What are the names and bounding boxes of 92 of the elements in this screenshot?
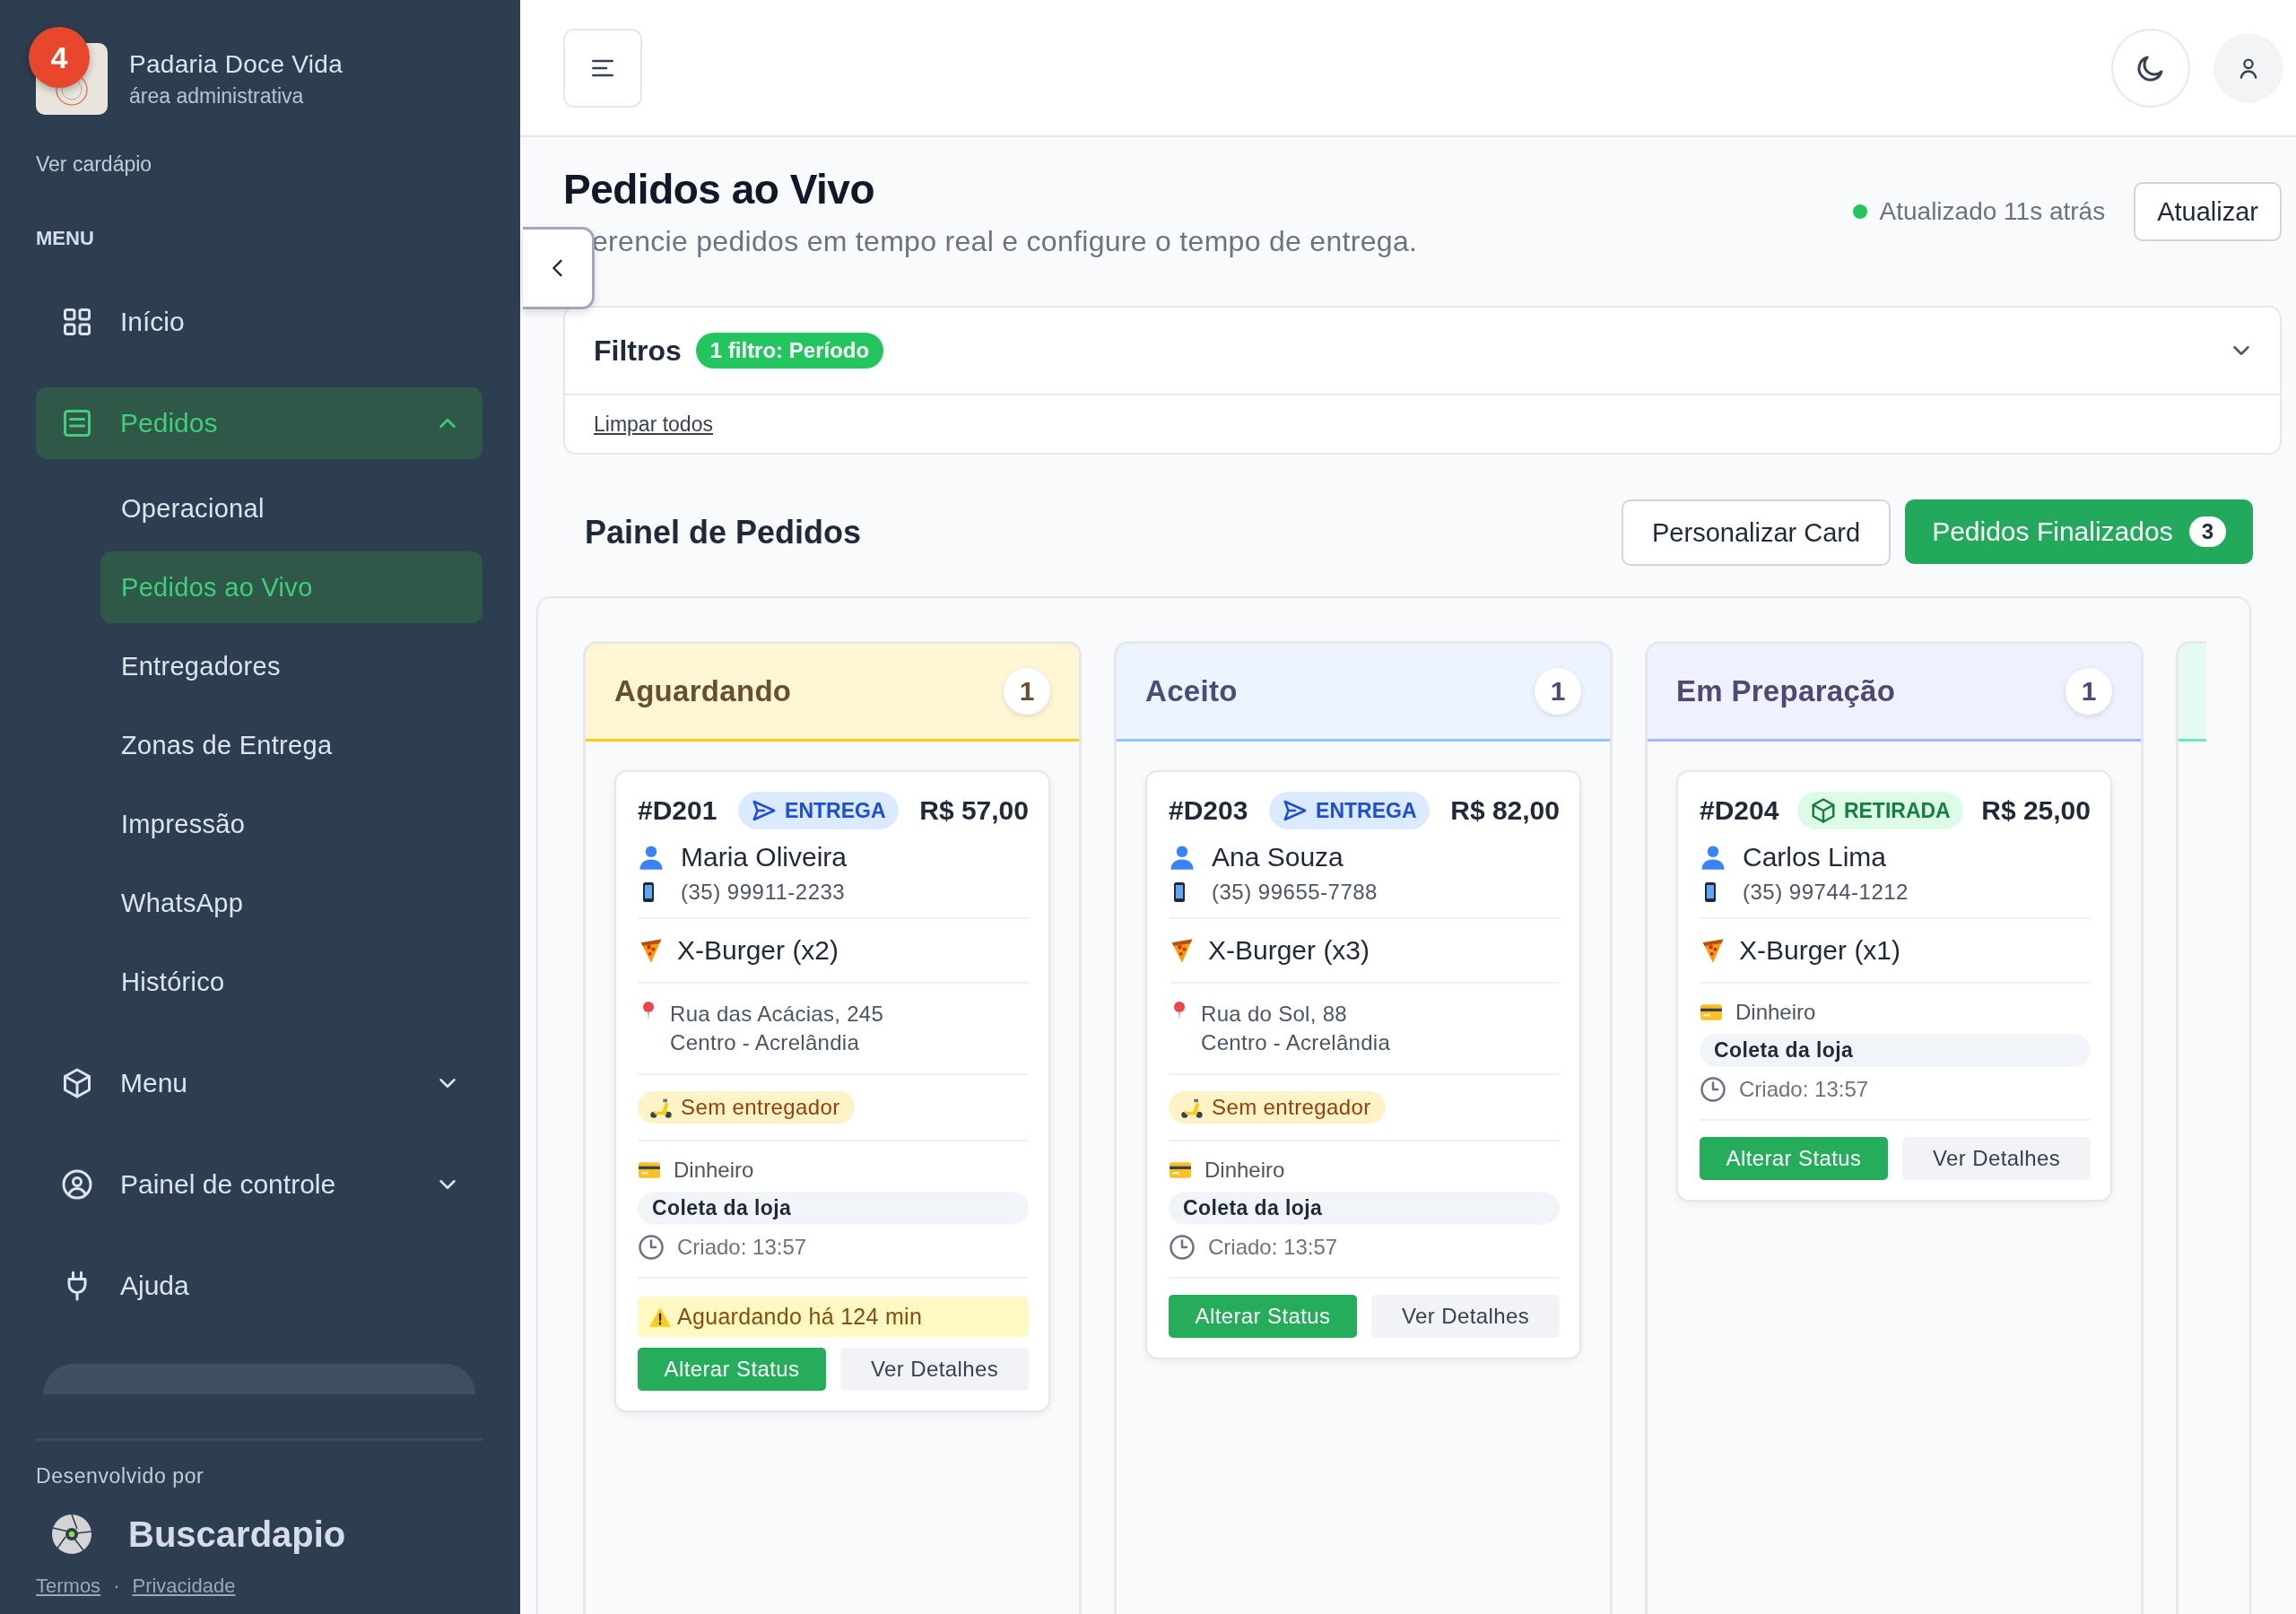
order-item: X-Burger (x3) [1208, 935, 1370, 966]
column-count: 1 [1004, 668, 1050, 715]
order-id: #D203 [1169, 795, 1248, 826]
menu-link[interactable]: Ver cardápio [36, 152, 483, 177]
address-line: Centro - Acrelândia [1201, 1029, 1391, 1056]
address-line: Rua das Acácias, 245 [670, 1001, 884, 1028]
payment-method: Dinheiro [1735, 1000, 1816, 1025]
clock-icon [638, 1234, 665, 1261]
grid-icon [61, 306, 93, 338]
nav-subitem[interactable]: WhatsApp [100, 867, 483, 939]
fulfillment-tag: Coleta da loja [1700, 1034, 2091, 1067]
column-title: Aceito [1145, 674, 1238, 708]
customer-phone: (35) 99911-2233 [681, 880, 846, 905]
customer-phone: (35) 99655-7788 [1212, 880, 1378, 905]
courier-status-badge: Sem entregador [638, 1091, 855, 1124]
column-title: Em Preparação [1676, 674, 1896, 708]
nav-subitem[interactable]: Histórico [100, 946, 483, 1018]
details-button[interactable]: Ver Detalhes [1902, 1137, 2091, 1180]
address-line: Centro - Acrelândia [670, 1029, 861, 1056]
customer-name: Maria Oliveira [681, 842, 848, 872]
order-item: X-Burger (x2) [677, 935, 839, 966]
nav-subitem[interactable]: Entregadores [100, 630, 483, 702]
column-count: 1 [2066, 668, 2112, 715]
user-circle-icon [61, 1168, 93, 1201]
order-item: X-Burger (x1) [1739, 935, 1901, 966]
details-button[interactable]: Ver Detalhes [840, 1348, 1029, 1391]
courier-status-badge: Sem entregador [1169, 1091, 1386, 1124]
fulfillment-tag: Coleta da loja [1169, 1192, 1560, 1225]
payment-method: Dinheiro [1205, 1158, 1285, 1183]
nav-subitem[interactable]: Impressão [100, 788, 483, 860]
payment-method: Dinheiro [674, 1158, 754, 1183]
order-price: R$ 57,00 [919, 795, 1029, 826]
notification-badge: 4 [29, 27, 90, 88]
filters-header[interactable]: Filtros 1 filtro: Período [565, 308, 2280, 395]
nav-item[interactable]: Início [36, 286, 483, 358]
column-count: 1 [1535, 668, 1581, 715]
address-line: Rua do Sol, 88 [1201, 1001, 1348, 1028]
clock-icon [1700, 1076, 1726, 1103]
nav-item[interactable]: Ajuda [36, 1250, 483, 1322]
document-icon [61, 407, 93, 439]
order-price: R$ 82,00 [1450, 795, 1560, 826]
section-label: MENU [36, 227, 95, 250]
nav-subitem[interactable]: Zonas de Entrega [100, 709, 483, 781]
filters-title: Filtros [594, 334, 682, 368]
nav-subitem[interactable]: Operacional [100, 473, 483, 544]
live-status-dot [1852, 204, 1867, 219]
person-icon [638, 844, 665, 871]
footer-link[interactable]: Privacidade [132, 1575, 236, 1598]
developer-logo-text: Buscardapio [128, 1514, 346, 1555]
page-subtitle: erencie pedidos em tempo real e configure o tempo de entrega. [591, 224, 1418, 259]
finished-orders-button[interactable]: Pedidos Finalizados 3 [1905, 499, 2253, 564]
customer-phone: (35) 99744-1212 [1743, 880, 1909, 905]
active-filter-badge: 1 filtro: Período [695, 333, 884, 369]
person-icon [1169, 844, 1196, 871]
customer-name: Ana Souza [1212, 842, 1344, 872]
clock-icon [1169, 1234, 1196, 1261]
footer-link[interactable]: Termos [36, 1575, 101, 1598]
count-badge: 3 [2188, 516, 2226, 547]
person-icon [1700, 844, 1726, 871]
column-title: Aguardando [614, 674, 792, 708]
waiting-alert: Aguardando há 124 min [638, 1297, 1029, 1337]
order-id: #D201 [638, 795, 718, 826]
store-subtitle: área administrativa [129, 83, 305, 108]
fulfillment-tag: Coleta da loja [638, 1192, 1029, 1225]
order-type-badge: ENTREGA [1269, 792, 1430, 829]
separator-dot: · [113, 1575, 120, 1598]
store-name: Padaria Doce Vida [129, 49, 344, 79]
collapse-sidebar-button[interactable] [523, 227, 595, 309]
order-id: #D204 [1700, 795, 1779, 826]
nav-item[interactable]: Pedidos [36, 387, 483, 459]
details-button[interactable]: Ver Detalhes [1371, 1295, 1560, 1338]
credit-text: Desenvolvido por [36, 1464, 205, 1488]
menu-button[interactable] [563, 28, 642, 108]
clear-filters-link[interactable]: Limpar todos [594, 412, 713, 437]
created-time: Criado: 13:57 [1208, 1235, 1338, 1260]
order-type-badge: RETIRADA [1796, 792, 1963, 829]
updated-time: Atualizado 11s atrás [1879, 197, 2106, 226]
page-title: Pedidos ao Vivo [563, 165, 875, 214]
refresh-button[interactable]: Atualizar [2134, 182, 2282, 241]
created-time: Criado: 13:57 [1739, 1077, 1869, 1102]
aperture-icon [51, 1514, 92, 1555]
created-time: Criado: 13:57 [677, 1235, 807, 1260]
customize-card-button[interactable]: Personalizar Card [1622, 499, 1892, 566]
order-price: R$ 25,00 [1981, 795, 2091, 826]
order-type-badge: ENTREGA [738, 792, 899, 829]
nav-subitem[interactable]: Pedidos ao Vivo [100, 551, 483, 623]
nav-item[interactable]: Painel de controle [36, 1149, 483, 1220]
box-icon [61, 1067, 93, 1099]
nav-item[interactable]: Menu [36, 1047, 483, 1119]
board-title: Painel de Pedidos [585, 514, 862, 551]
customer-name: Carlos Lima [1743, 842, 1887, 872]
box-icon [1809, 797, 1837, 824]
